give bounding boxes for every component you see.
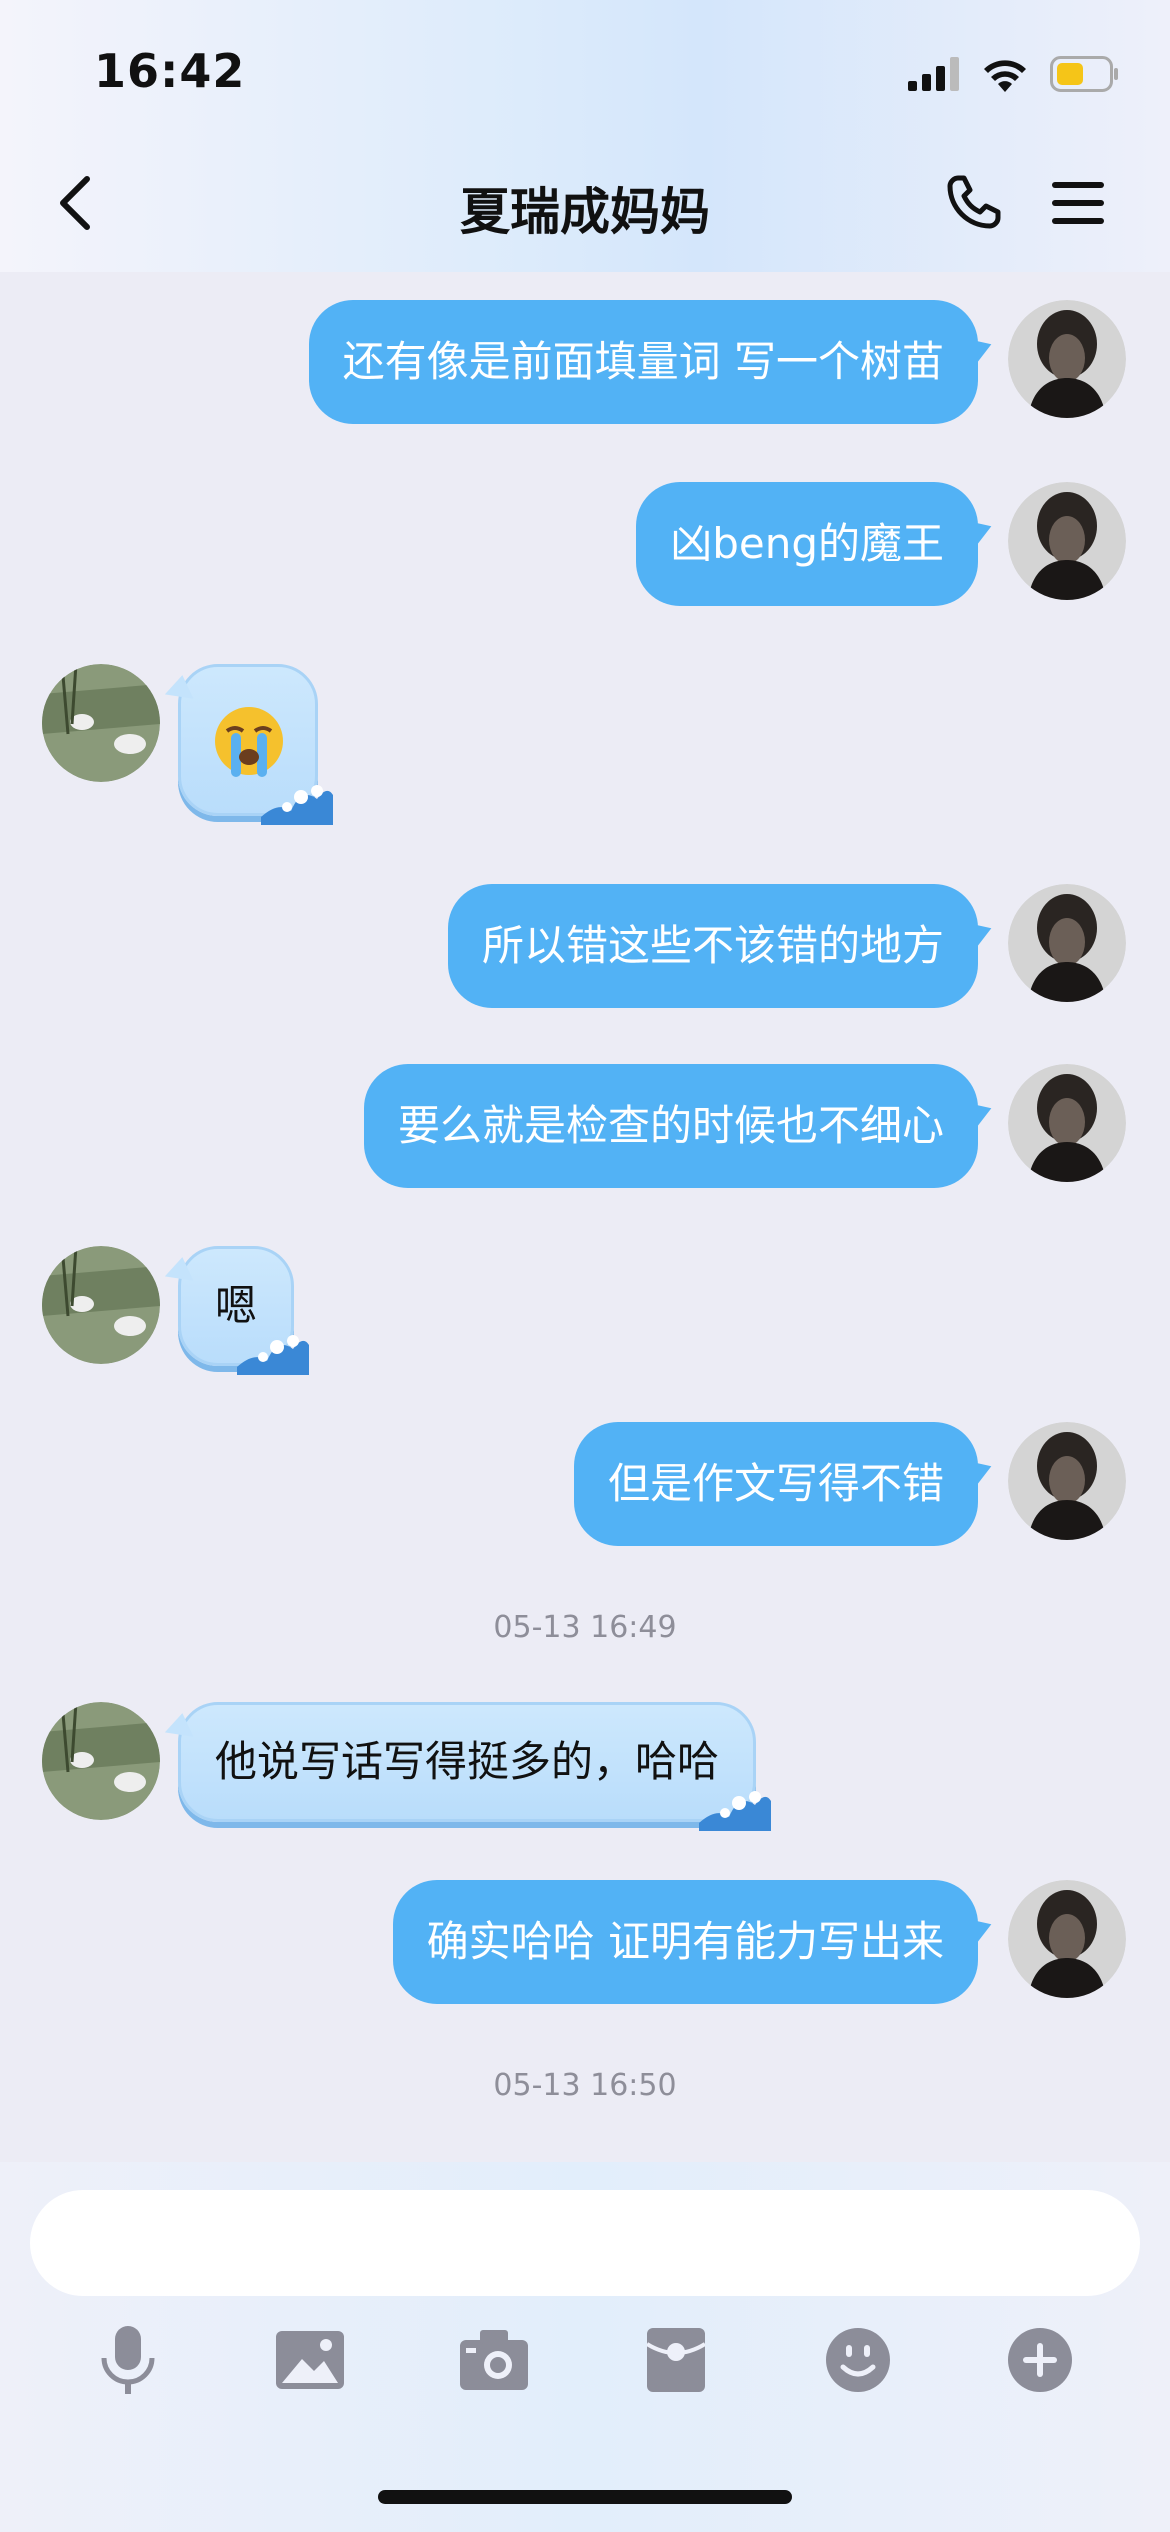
message-bubble-outgoing[interactable]: 凶beng的魔王 (636, 482, 978, 606)
my-avatar[interactable] (1008, 1880, 1126, 1998)
my-avatar[interactable] (1008, 482, 1126, 600)
message-text: 他说写话写得挺多的，哈哈 (215, 1737, 720, 1786)
image-icon (276, 2331, 344, 2389)
wave-decoration-icon (237, 1335, 310, 1375)
signal-icon (908, 57, 959, 91)
contact-avatar[interactable] (42, 664, 160, 782)
message-input[interactable] (30, 2190, 1140, 2296)
red-packet-button[interactable] (636, 2320, 716, 2400)
wave-decoration-icon (699, 1791, 772, 1831)
my-avatar[interactable] (1008, 884, 1126, 1002)
status-time: 16:42 (94, 44, 246, 98)
contact-avatar[interactable] (42, 1246, 160, 1364)
message-bubble-outgoing[interactable]: 确实哈哈 证明有能力写出来 (392, 1880, 978, 2004)
photo-button[interactable] (270, 2320, 350, 2400)
wave-decoration-icon (261, 785, 333, 825)
microphone-icon (101, 2326, 155, 2394)
message-bubble-incoming[interactable]: 嗯 (178, 1246, 310, 1375)
phone-icon (947, 175, 1001, 229)
input-area (0, 2162, 1170, 2532)
header: 16:42 夏瑞成妈妈 (0, 0, 1170, 272)
message-bubble-incoming[interactable]: 他说写话写得挺多的，哈哈 (178, 1702, 772, 1831)
my-avatar[interactable] (1008, 1064, 1126, 1182)
timestamp: 05-13 16:50 (493, 2068, 677, 2103)
emoji-icon (826, 2328, 890, 2392)
red-packet-icon (647, 2328, 705, 2392)
status-icons (908, 52, 1120, 96)
emoji-button[interactable] (818, 2320, 898, 2400)
more-button[interactable] (1000, 2320, 1080, 2400)
contact-avatar[interactable] (42, 1702, 160, 1820)
plus-icon (1008, 2328, 1072, 2392)
home-indicator[interactable] (378, 2490, 792, 2504)
camera-icon (460, 2330, 528, 2390)
my-avatar[interactable] (1008, 300, 1126, 418)
menu-button[interactable] (1050, 178, 1120, 238)
message-bubble-incoming[interactable] (178, 664, 333, 825)
message-bubble-outgoing[interactable]: 要么就是检查的时候也不细心 (363, 1064, 978, 1188)
loudly-crying-face-icon (215, 707, 283, 777)
voice-button[interactable] (88, 2320, 168, 2400)
wifi-icon (984, 60, 1026, 92)
hamburger-icon (1052, 182, 1104, 224)
input-toolbar (0, 2320, 1170, 2400)
message-text: 嗯 (215, 1281, 258, 1330)
message-bubble-outgoing[interactable]: 但是作文写得不错 (573, 1422, 978, 1546)
timestamp: 05-13 16:49 (493, 1610, 677, 1645)
my-avatar[interactable] (1008, 1422, 1126, 1540)
message-list[interactable]: 还有像是前面填量词 写一个树苗 凶beng的魔王 所以错这些不该错的地方 要么就… (0, 272, 1170, 2162)
call-button[interactable] (944, 172, 1014, 242)
battery-icon (1050, 56, 1118, 92)
message-bubble-outgoing[interactable]: 所以错这些不该错的地方 (447, 884, 978, 1008)
message-bubble-outgoing[interactable]: 还有像是前面填量词 写一个树苗 (308, 300, 978, 424)
camera-button[interactable] (454, 2320, 534, 2400)
